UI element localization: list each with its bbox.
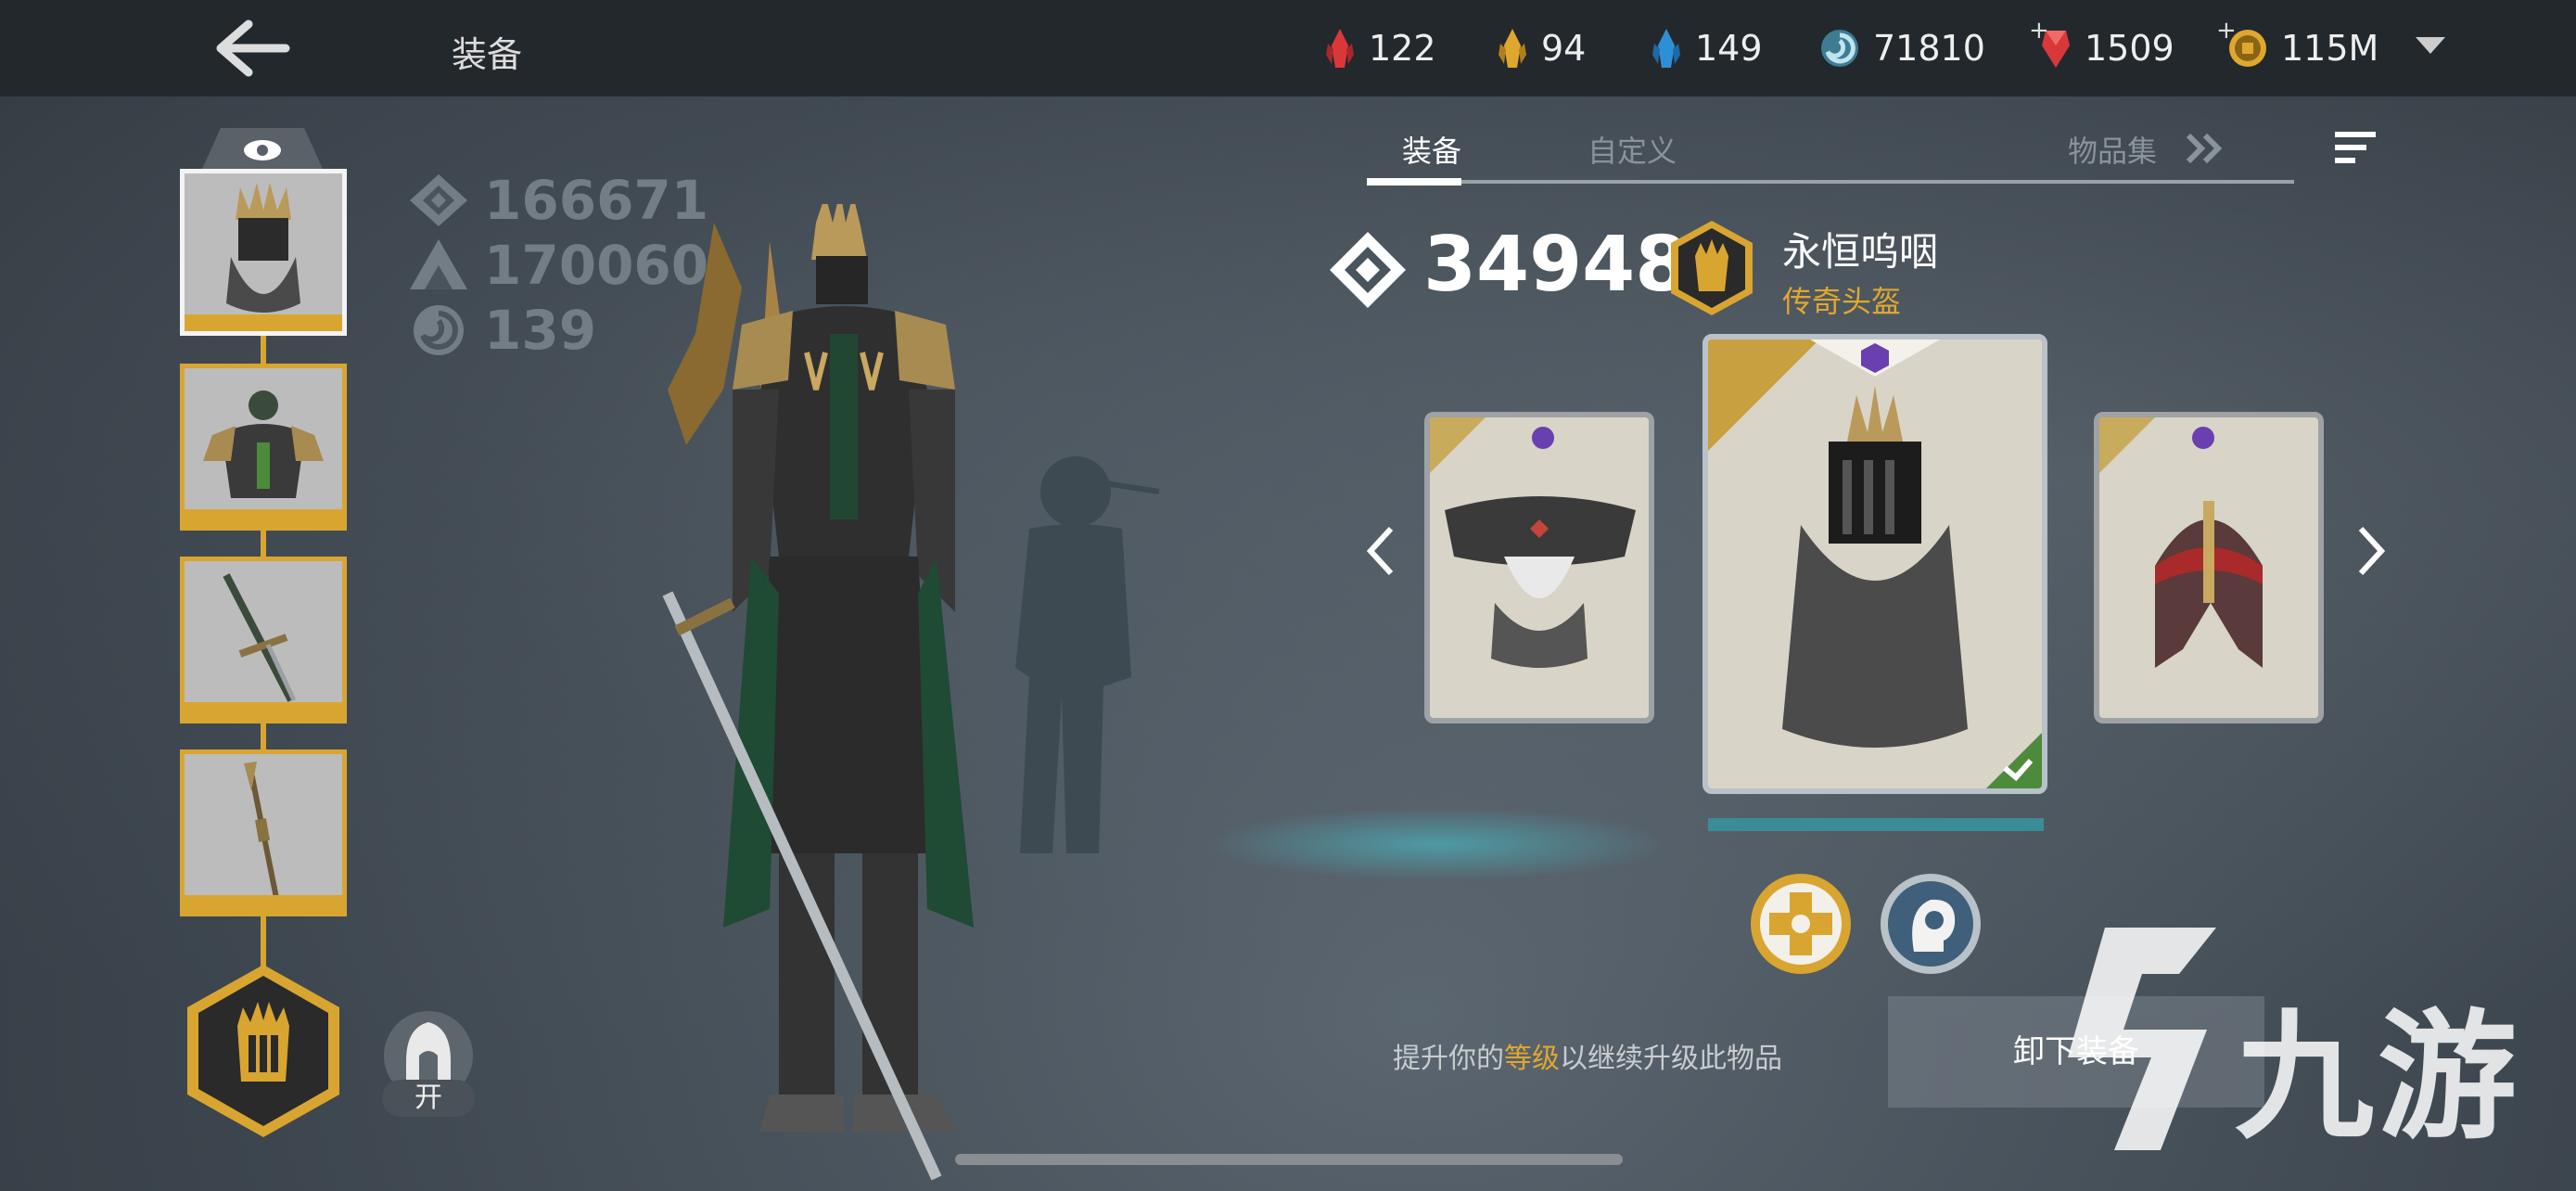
triforce-icon — [410, 239, 467, 289]
resource-blue-shard[interactable]: 149 — [1651, 22, 1763, 74]
top-bar: 装备 122 94 149 71810 + 1509 + 115M — [0, 0, 2576, 96]
hint-suffix: 以继续升级此物品 — [1560, 1043, 1782, 1075]
slot-armor[interactable] — [180, 364, 347, 531]
upgrade-hint: 提升你的等级以继续升级此物品 — [1393, 1035, 1782, 1076]
page-title: 装备 — [452, 34, 523, 75]
slot-weapon[interactable] — [180, 557, 347, 724]
resource-red-shard[interactable]: 122 — [1324, 22, 1436, 74]
ruby-gem-count: 1509 — [2085, 28, 2174, 69]
stat-level: 139 — [408, 299, 596, 362]
item-power-icon — [1330, 232, 1406, 308]
chevron-left-icon[interactable] — [1367, 525, 1395, 577]
back-arrow-icon[interactable] — [211, 19, 291, 78]
shadow-emblem-icon[interactable] — [182, 961, 345, 1141]
add-ruby-icon[interactable]: + — [2029, 17, 2049, 45]
red-shard-count: 122 — [1369, 28, 1436, 69]
slot-armor-bar — [185, 509, 342, 526]
item-card-helm[interactable] — [2094, 412, 2324, 724]
item-name: 永恒呜咽 — [1782, 229, 1939, 275]
helmet-thumb-icon — [226, 183, 300, 313]
resources-dropdown-icon[interactable] — [2416, 37, 2445, 54]
tab-collection[interactable]: 物品集 — [2068, 128, 2157, 171]
tab-underline — [1367, 180, 2294, 184]
character-knight — [662, 204, 974, 1181]
armor-thumb-icon — [203, 391, 324, 498]
eye-icon[interactable] — [202, 128, 323, 169]
slot-ranged[interactable] — [180, 749, 347, 916]
chevron-right-icon[interactable] — [2357, 525, 2385, 577]
blue-shard-count: 149 — [1695, 28, 1763, 69]
resource-coin[interactable]: + 115M — [2216, 17, 2379, 74]
resource-spiral-orb[interactable]: 71810 — [1819, 22, 1985, 74]
watermark-text: 九游 — [2235, 997, 2521, 1159]
slot-helmet[interactable] — [180, 169, 347, 336]
tab-equip[interactable]: 装备 — [1402, 128, 1461, 171]
coin-count: 115M — [2281, 28, 2379, 69]
home-indicator[interactable] — [955, 1154, 1623, 1165]
tab-active-indicator — [1367, 178, 1461, 186]
gold-shard-count: 94 — [1541, 28, 1587, 69]
perk-cross-icon[interactable] — [1749, 872, 1853, 976]
resource-ruby-gem[interactable]: + 1509 — [2029, 17, 2174, 74]
slot-ranged-bar — [185, 895, 342, 912]
slot-helmet-bar — [185, 314, 342, 331]
selected-card-indicator — [1708, 818, 2044, 831]
perk-mind-icon[interactable] — [1879, 872, 1983, 976]
spiral-orb-count: 71810 — [1873, 28, 1985, 69]
helmet-card-icon — [1708, 339, 2042, 788]
power-icon — [410, 174, 467, 226]
red-shard-icon — [1326, 29, 1354, 68]
item-card-hat[interactable] — [1424, 412, 1654, 724]
item-card-helmet-selected[interactable] — [1702, 334, 2047, 794]
sort-menu-icon[interactable] — [2335, 130, 2376, 165]
add-coin-icon[interactable]: + — [2216, 17, 2237, 45]
spear-thumb-icon — [244, 762, 280, 903]
hint-highlight: 等级 — [1504, 1043, 1560, 1075]
item-power-value: 34948 — [1423, 221, 1689, 309]
double-chevron-right-icon[interactable] — [2185, 132, 2225, 165]
floor-glow — [1205, 807, 1669, 881]
tab-bar: 装备 自定义 物品集 — [1367, 121, 2294, 186]
resource-gold-shard[interactable]: 94 — [1497, 22, 1586, 74]
spiral-icon — [414, 305, 464, 355]
spiral-orb-icon — [1821, 30, 1858, 67]
legendary-rank-icon — [1671, 221, 1753, 315]
sword-thumb-icon — [223, 573, 297, 702]
hood-toggle-label[interactable]: 开 — [382, 1080, 475, 1117]
red-helm-icon — [2099, 417, 2263, 668]
hint-prefix: 提升你的 — [1393, 1043, 1504, 1075]
gold-shard-icon — [1498, 29, 1526, 68]
tab-custom[interactable]: 自定义 — [1588, 128, 1677, 171]
item-type: 传奇头盔 — [1782, 284, 1902, 319]
level-value: 139 — [484, 299, 597, 362]
blue-shard-icon — [1652, 29, 1680, 68]
straw-hat-icon — [1430, 417, 1636, 668]
slot-weapon-bar — [185, 702, 342, 719]
